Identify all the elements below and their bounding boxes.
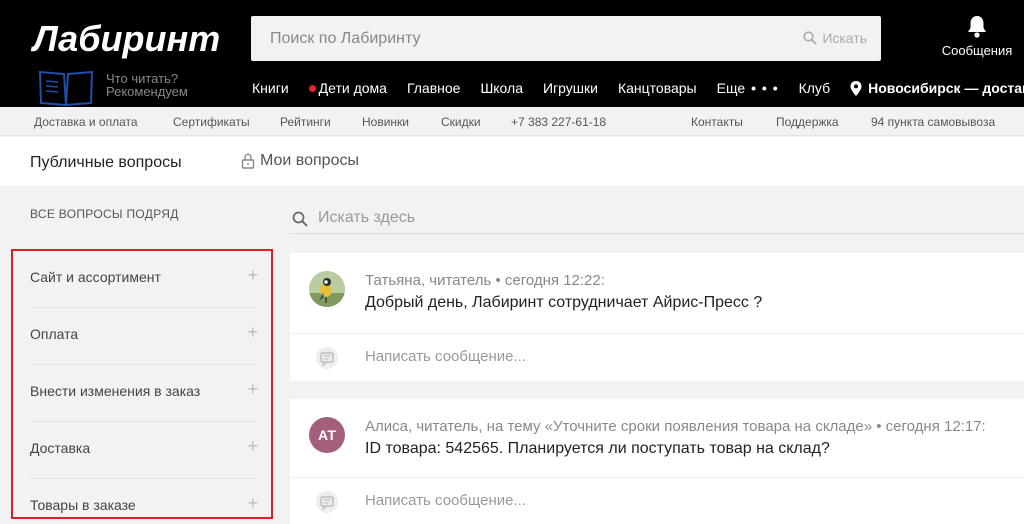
nav-school[interactable]: Школа [480, 80, 523, 96]
category-label: Доставка [30, 440, 91, 456]
tab-my-questions-label: Мои вопросы [260, 152, 359, 169]
avatar[interactable]: АТ [309, 417, 345, 453]
question-meta: Алиса, читатель, на тему «Уточните сроки… [365, 418, 986, 435]
tab-public-questions[interactable]: Публичные вопросы [30, 154, 182, 172]
messages-label: Сообщения [941, 43, 1013, 58]
bell-icon [968, 16, 986, 38]
subnav-ratings[interactable]: Рейтинги [280, 115, 331, 129]
question-card: АТ Алиса, читатель, на тему «Уточните ср… [290, 399, 1024, 524]
search-icon [292, 211, 308, 227]
reply-placeholder: Написать сообщение... [365, 348, 527, 365]
questions-tabs: Публичные вопросы Мои вопросы [0, 137, 1024, 186]
nav-club[interactable]: Клуб [799, 80, 831, 96]
question-text: Добрый день, Лабиринт сотрудничает Айрис… [365, 294, 763, 311]
nav-kids-home-label: Дети дома [318, 80, 387, 96]
main-search-input[interactable]: Поиск по Лабиринту Искать [251, 16, 881, 61]
recommend-line-2: Рекомендуем [106, 84, 188, 99]
plus-icon: + [247, 436, 258, 456]
nav-books[interactable]: Книги [252, 80, 289, 96]
category-label: Товары в заказе [30, 497, 136, 513]
all-questions-link[interactable]: ВСЕ ВОПРОСЫ ПОДРЯД [30, 207, 179, 221]
questions-search-input[interactable]: Искать здесь [290, 202, 1024, 234]
category-label: Оплата [30, 326, 79, 342]
lock-icon [241, 153, 255, 169]
plus-icon: + [247, 265, 258, 285]
subnav-delivery-payment[interactable]: Доставка и оплата [34, 115, 138, 129]
nav-more-label: Еще [716, 80, 746, 96]
recommend-link[interactable]: Что читать? Рекомендуем [38, 70, 238, 106]
messages-button[interactable]: Сообщения [930, 14, 1024, 60]
question-meta: Татьяна, читатель • сегодня 12:22: [365, 272, 605, 289]
reply-input[interactable]: Написать сообщение... [290, 477, 1024, 524]
nav-toys[interactable]: Игрушки [543, 80, 598, 96]
city-label: Новосибирск — доставка [868, 80, 1024, 96]
comment-icon [316, 347, 338, 369]
more-dots-icon: • • • [751, 80, 779, 96]
subnav-new[interactable]: Новинки [362, 115, 409, 129]
subnav-phone[interactable]: +7 383 227-61-18 [511, 115, 606, 129]
category-label: Внести изменения в заказ [30, 383, 201, 399]
plus-icon: + [247, 322, 258, 342]
category-item-site-assortment[interactable]: Сайт и ассортимент + [30, 251, 258, 308]
city-selector[interactable]: Новосибирск — доставка [850, 80, 1024, 96]
questions-search-placeholder: Искать здесь [318, 209, 416, 226]
category-item-change-order[interactable]: Внести изменения в заказ + [30, 365, 258, 422]
plus-icon: + [247, 493, 258, 513]
subnav-pickup-points[interactable]: 94 пункта самовывоза [871, 115, 995, 129]
red-dot-icon [308, 84, 316, 92]
question-card: Татьяна, читатель • сегодня 12:22: Добры… [290, 253, 1024, 381]
open-book-icon [38, 70, 94, 106]
subnav-support[interactable]: Поддержка [776, 115, 839, 129]
reply-input[interactable]: Написать сообщение... [290, 333, 1024, 380]
secondary-nav: Доставка и оплата Сертификаты Рейтинги Н… [0, 107, 1024, 136]
nav-more[interactable]: Еще • • • [717, 80, 779, 96]
search-placeholder: Поиск по Лабиринту [270, 30, 421, 47]
category-label: Сайт и ассортимент [30, 269, 161, 285]
tab-my-questions[interactable]: Мои вопросы [241, 152, 359, 170]
search-button-label: Искать [822, 30, 867, 46]
header: Лабиринт Поиск по Лабиринту Искать Сообщ… [0, 0, 1024, 107]
avatar[interactable] [309, 271, 345, 307]
nav-stationery[interactable]: Канцтовары [618, 80, 697, 96]
category-item-delivery[interactable]: Доставка + [30, 422, 258, 479]
location-pin-icon [850, 80, 862, 96]
search-button[interactable]: Искать [803, 30, 867, 46]
categories-list: Сайт и ассортимент + Оплата + Внести изм… [11, 249, 273, 519]
search-icon [803, 31, 817, 45]
plus-icon: + [247, 379, 258, 399]
subnav-discounts[interactable]: Скидки [441, 115, 481, 129]
nav-kids-home[interactable]: Дети дома [308, 80, 387, 96]
question-text: ID товара: 542565. Планируется ли поступ… [365, 440, 830, 457]
category-item-order-items[interactable]: Товары в заказе + [30, 479, 258, 524]
subnav-contacts[interactable]: Контакты [691, 115, 743, 129]
subnav-certificates[interactable]: Сертификаты [173, 115, 250, 129]
category-item-payment[interactable]: Оплата + [30, 308, 258, 365]
main-nav: Книги Дети дома Главное Школа Игрушки Ка… [252, 72, 1024, 104]
comment-icon [316, 491, 338, 513]
reply-placeholder: Написать сообщение... [365, 492, 527, 509]
nav-main[interactable]: Главное [407, 80, 461, 96]
site-logo[interactable]: Лабиринт [33, 18, 220, 60]
bird-avatar-icon [309, 271, 345, 307]
